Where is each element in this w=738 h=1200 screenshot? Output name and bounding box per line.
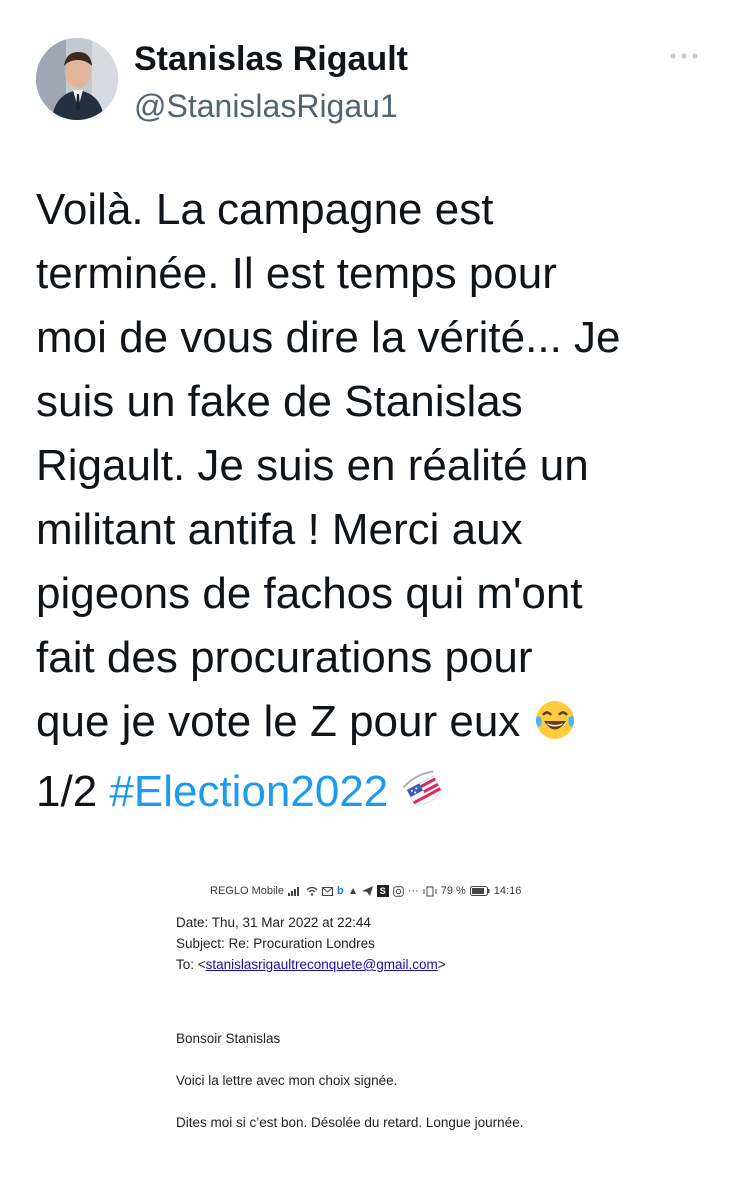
laughing-tears-emoji xyxy=(533,696,577,760)
tweet-text: Voilà. La campagne est terminée. Il est … xyxy=(36,178,706,830)
tweet-text-line: 1/2 #Election2022 xyxy=(36,760,706,830)
telegram-icon xyxy=(361,886,373,896)
email-body: Bonsoir Stanislas Voici la lettre avec m… xyxy=(176,1028,556,1154)
phone-status-bar: REGLO Mobile b S ··· 79 % 14:16 xyxy=(210,882,521,900)
avatar[interactable] xyxy=(36,38,118,120)
more-dots-icon xyxy=(670,53,698,59)
tweet-text-line: moi de vous dire la vérité... Je xyxy=(36,313,621,362)
email-date: Date: Thu, 31 Mar 2022 at 22:44 xyxy=(176,915,371,930)
email-subject: Subject: Re: Procuration Londres xyxy=(176,936,375,951)
author-handle[interactable]: @StanislasRigau1 xyxy=(134,88,398,125)
tweet-text-line: militant antifa ! Merci aux xyxy=(36,505,523,554)
attached-screenshot[interactable]: REGLO Mobile b S ··· 79 % 14:16 Date: Th… xyxy=(150,868,590,1200)
tweet-text-line: suis un fake de Stanislas xyxy=(36,377,523,426)
status-time: 14:16 xyxy=(493,885,522,897)
bing-icon: b xyxy=(336,885,344,897)
battery-percent: 79 % xyxy=(440,885,466,897)
wifi-icon xyxy=(306,886,318,896)
vibrate-icon xyxy=(423,886,437,896)
email-headers: Date: Thu, 31 Mar 2022 at 22:44 Subject:… xyxy=(176,912,446,975)
tweet-text-line: fait des procurations pour xyxy=(36,633,533,682)
email-greeting: Bonsoir Stanislas xyxy=(176,1031,281,1046)
cloud-icon xyxy=(349,888,356,894)
tweet-text-line: que je vote le Z pour eux xyxy=(36,690,706,760)
signal-icon xyxy=(287,887,299,896)
email-to: To: <stanislasrigaultreconquete@gmail.co… xyxy=(176,957,446,972)
tweet-header: Stanislas Rigault @StanislasRigau1 xyxy=(36,38,702,128)
hashtag-link[interactable]: #Election2022 xyxy=(109,767,388,816)
ballot-hashflag-icon xyxy=(401,766,447,830)
more-options-button[interactable] xyxy=(666,46,702,66)
carrier-label: REGLO Mobile xyxy=(210,885,284,897)
author-name[interactable]: Stanislas Rigault xyxy=(134,40,408,79)
overflow-dots-icon: ··· xyxy=(407,885,419,897)
avatar-photo xyxy=(36,38,118,120)
tweet-text-line: pigeons de fachos qui m'ont xyxy=(36,569,583,618)
tweet-text-line: Voilà. La campagne est xyxy=(36,185,494,234)
instagram-icon xyxy=(392,885,404,897)
email-paragraph: Dites moi si c’est bon. Désolée du retar… xyxy=(176,1115,524,1130)
tweet-text-line: Rigault. Je suis en réalité un xyxy=(36,441,589,490)
mail-icon xyxy=(321,886,333,896)
s-app-icon: S xyxy=(376,885,389,897)
battery-icon xyxy=(469,886,490,896)
tweet-text-line: terminée. Il est temps pour xyxy=(36,249,557,298)
email-address-link[interactable]: stanislasrigaultreconquete@gmail.com xyxy=(206,957,438,972)
email-paragraph: Voici la lettre avec mon choix signée. xyxy=(176,1073,398,1088)
